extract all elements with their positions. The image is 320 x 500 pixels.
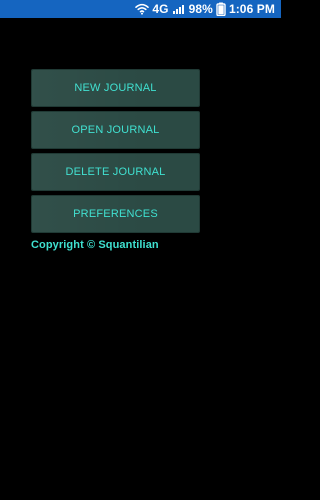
battery-icon	[216, 2, 226, 16]
delete-journal-button[interactable]: DELETE JOURNAL	[31, 153, 200, 191]
new-journal-label: NEW JOURNAL	[74, 82, 157, 94]
new-journal-button[interactable]: NEW JOURNAL	[31, 69, 200, 107]
open-journal-label: OPEN JOURNAL	[71, 124, 160, 136]
preferences-button[interactable]: PREFERENCES	[31, 195, 200, 233]
clock-time: 1:06 PM	[228, 2, 275, 16]
status-bar: 4G 98% 1:06 PM	[0, 0, 281, 18]
signal-icon	[172, 2, 186, 16]
preferences-label: PREFERENCES	[73, 208, 158, 220]
battery-percent: 98%	[188, 2, 213, 16]
wifi-icon	[135, 2, 150, 16]
delete-journal-label: DELETE JOURNAL	[65, 166, 166, 178]
copyright-text: Copyright © Squantilian	[31, 239, 159, 251]
main-menu: NEW JOURNAL OPEN JOURNAL DELETE JOURNAL …	[31, 69, 200, 237]
open-journal-button[interactable]: OPEN JOURNAL	[31, 111, 200, 149]
network-label: 4G	[152, 2, 169, 16]
